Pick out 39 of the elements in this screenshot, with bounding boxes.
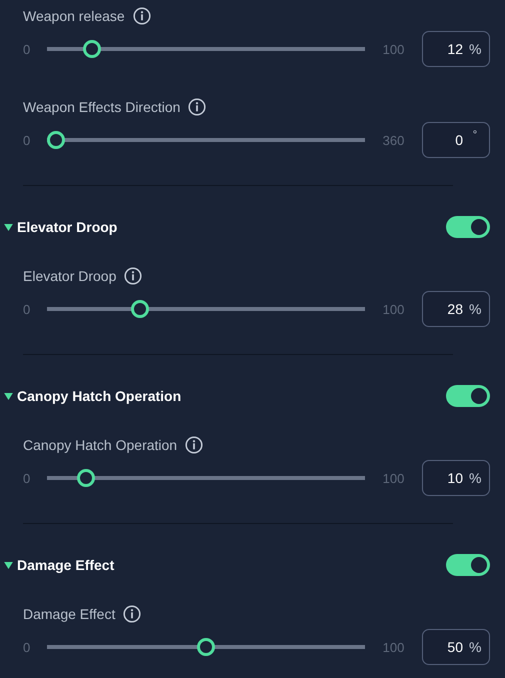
section-title: Elevator Droop bbox=[17, 219, 118, 235]
slider-thumb[interactable] bbox=[197, 638, 215, 656]
slider-label: Weapon Effects Direction bbox=[23, 99, 180, 115]
toggle-switch[interactable] bbox=[446, 216, 490, 238]
max-label: 360 bbox=[382, 132, 406, 148]
caret-icon[interactable] bbox=[4, 392, 13, 400]
max-label: 100 bbox=[382, 42, 406, 56]
slider-label: Weapon release bbox=[23, 8, 125, 24]
min-label: 0 bbox=[23, 302, 32, 316]
section-title: Damage Effect bbox=[17, 557, 116, 573]
toggle-switch[interactable] bbox=[446, 385, 490, 407]
value-field[interactable]: 12 % bbox=[422, 31, 490, 67]
slider-label: Elevator Droop bbox=[23, 268, 116, 284]
toggle-switch[interactable] bbox=[446, 554, 490, 576]
min-label: 0 bbox=[23, 470, 32, 486]
caret-icon[interactable] bbox=[4, 224, 13, 230]
slider-thumb[interactable] bbox=[77, 469, 95, 487]
max-label: 100 bbox=[382, 470, 406, 486]
min-label: 0 bbox=[23, 132, 32, 148]
info-icon[interactable] bbox=[185, 436, 204, 454]
value-field[interactable]: 50 % bbox=[422, 629, 490, 665]
section-title: Canopy Hatch Operation bbox=[17, 388, 182, 404]
info-icon[interactable] bbox=[188, 98, 206, 116]
slider-thumb[interactable] bbox=[83, 40, 101, 58]
max-label: 100 bbox=[382, 302, 406, 316]
value-field[interactable]: 0 ° bbox=[422, 122, 490, 158]
caret-icon[interactable] bbox=[4, 562, 13, 568]
info-icon[interactable] bbox=[124, 267, 142, 285]
min-label: 0 bbox=[23, 42, 32, 56]
slider-label: Damage Effect bbox=[23, 606, 116, 622]
min-label: 0 bbox=[23, 640, 32, 654]
info-icon[interactable] bbox=[123, 605, 142, 623]
value-field[interactable]: 10 % bbox=[422, 460, 490, 496]
slider-label: Canopy Hatch Operation bbox=[23, 437, 178, 453]
slider-thumb[interactable] bbox=[47, 131, 65, 149]
value-field[interactable]: 28 % bbox=[422, 291, 490, 327]
max-label: 100 bbox=[382, 640, 406, 654]
slider-thumb[interactable] bbox=[131, 300, 149, 318]
info-icon[interactable] bbox=[132, 7, 151, 25]
